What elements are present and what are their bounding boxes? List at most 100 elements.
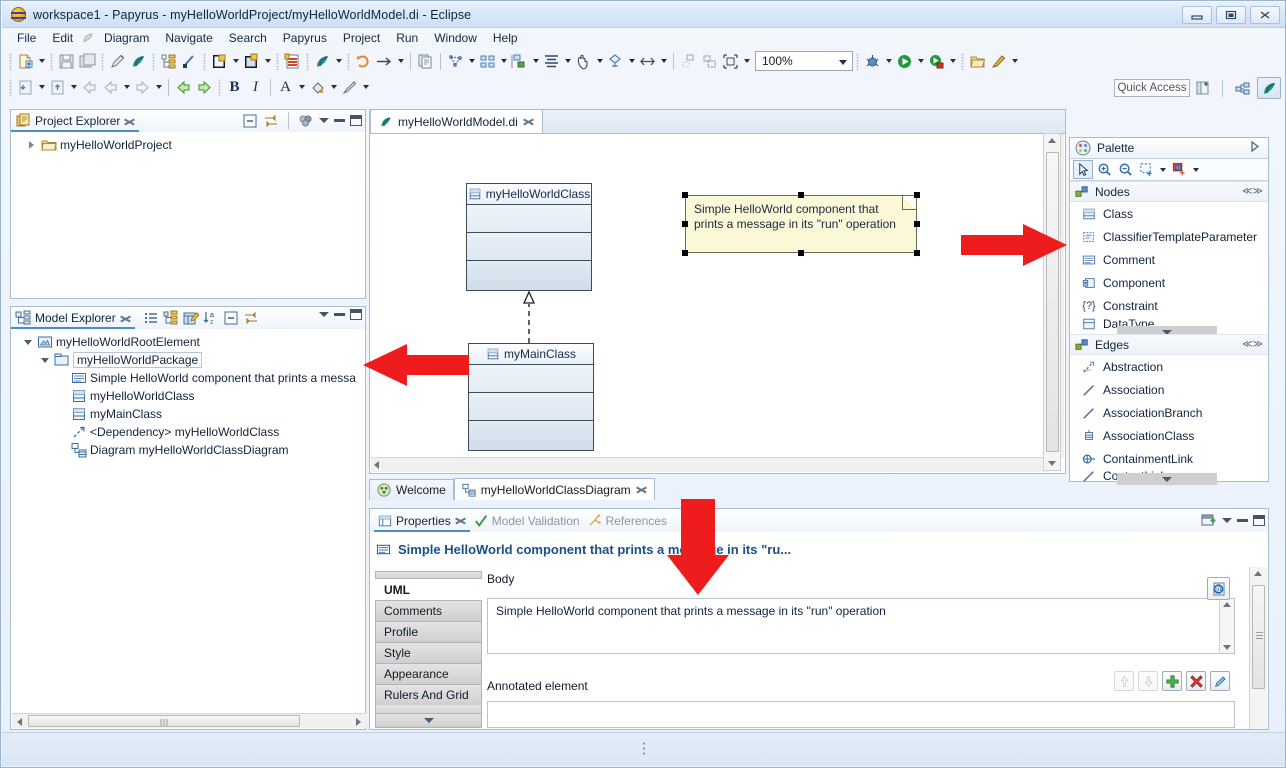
twisty-expanded-icon[interactable] (21, 336, 34, 349)
tree-row[interactable]: myMainClass (11, 405, 365, 423)
diagram-hscrollbar[interactable] (371, 457, 1051, 472)
sort-alphabetical-icon[interactable]: az (203, 310, 219, 326)
next-button[interactable] (132, 77, 153, 98)
edit-pencil-button[interactable] (107, 51, 128, 72)
menu-edit[interactable]: Edit (44, 30, 81, 46)
menu-file[interactable]: File (9, 30, 44, 46)
paint-dropdown-arrow[interactable] (1009, 51, 1020, 72)
palette-item-abstraction[interactable]: <A> Abstraction (1070, 355, 1268, 378)
annotated-element-list[interactable] (487, 701, 1235, 728)
distribute-dropdown-arrow[interactable] (530, 51, 541, 72)
line-style-button[interactable] (179, 51, 200, 72)
new-dropdown-arrow[interactable] (36, 51, 47, 72)
marquee-dropdown-arrow[interactable] (1157, 159, 1168, 180)
menu-project[interactable]: Project (335, 30, 388, 46)
italic-button[interactable]: I (245, 77, 266, 98)
side-tab-uml[interactable]: UML (375, 579, 482, 600)
fit-dropdown-arrow[interactable] (741, 51, 752, 72)
palette-item-comment[interactable]: Comment (1070, 248, 1268, 271)
open-folder-button[interactable] (967, 51, 988, 72)
collapse-group-icon[interactable]: ≪≫ (1242, 339, 1263, 350)
tree-row[interactable]: myHelloWorldProject (11, 136, 365, 154)
vscroll-thumb[interactable] (1046, 152, 1059, 452)
line-color-dropdown-arrow[interactable] (360, 77, 371, 98)
back-nav-button[interactable] (79, 77, 100, 98)
select-tool[interactable] (1073, 160, 1093, 179)
zoom-out-tool[interactable] (1115, 160, 1135, 179)
show-list-icon[interactable] (143, 310, 159, 326)
arrow-right-tool[interactable] (374, 51, 395, 72)
menu-navigate[interactable]: Navigate (157, 30, 220, 46)
close-icon[interactable] (523, 116, 534, 127)
add-button[interactable] (1162, 671, 1182, 691)
export-button[interactable] (47, 77, 68, 98)
page-tab-welcome[interactable]: Welcome (369, 479, 454, 500)
copy-appearance-button[interactable] (415, 51, 436, 72)
uml-class-mymainclass[interactable]: myMainClass (468, 343, 594, 451)
papyrus-perspective-button[interactable] (128, 51, 149, 72)
scroll-up-arrow[interactable] (1048, 138, 1056, 143)
minimize-button[interactable] (1182, 6, 1212, 24)
paint-tool-button[interactable] (988, 51, 1009, 72)
resize-dropdown-arrow[interactable] (658, 51, 669, 72)
menu-papyrus[interactable]: Papyrus (275, 30, 335, 46)
new-button[interactable] (15, 51, 36, 72)
back-button[interactable] (173, 77, 194, 98)
selection-handle[interactable] (798, 250, 804, 256)
comment-node[interactable]: Simple HelloWorld component that prints … (685, 195, 917, 253)
papyrus-perspective-active-button[interactable] (1257, 77, 1281, 99)
external-tools-dropdown-arrow[interactable] (947, 51, 958, 72)
side-tab-appearance[interactable]: Appearance (375, 663, 482, 684)
tab-references[interactable]: References (584, 510, 671, 532)
fill-color-dropdown-arrow[interactable] (328, 77, 339, 98)
forward-button[interactable] (194, 77, 215, 98)
view-menu-chevron-icon[interactable] (1222, 517, 1232, 523)
maximize-button[interactable] (1216, 6, 1246, 24)
model-explorer-hscrollbar[interactable] (12, 713, 366, 728)
bold-button[interactable]: B (224, 77, 245, 98)
refresh-button[interactable] (353, 51, 374, 72)
edit-model-icon[interactable] (183, 310, 200, 326)
quick-access-field[interactable]: Quick Access (1114, 79, 1190, 97)
debug-button[interactable] (862, 51, 883, 72)
collapse-all-icon[interactable] (242, 113, 258, 129)
minimize-view-icon[interactable] (334, 119, 345, 122)
palette-item-class[interactable]: Class (1070, 202, 1268, 225)
class-nested-compartment[interactable] (469, 421, 593, 450)
tree-row[interactable]: myHelloWorldPackage (11, 351, 365, 369)
resize-grip[interactable] (642, 741, 646, 757)
selection-handle[interactable] (914, 221, 920, 227)
properties-vscrollbar[interactable] (1249, 567, 1267, 729)
align-button[interactable] (477, 51, 498, 72)
new-properties-view-icon[interactable] (1201, 512, 1217, 528)
scroll-right-arrow[interactable] (352, 716, 364, 727)
side-tab-comments[interactable]: Comments (375, 600, 482, 621)
menu-run[interactable]: Run (388, 30, 426, 46)
papyrus-model-button[interactable] (312, 51, 333, 72)
selection-handle[interactable] (914, 192, 920, 198)
import-button[interactable] (15, 77, 36, 98)
tab-model-explorer[interactable]: Model Explorer (11, 307, 135, 329)
fill-color-button[interactable] (307, 77, 328, 98)
new-diagram-button[interactable] (241, 51, 262, 72)
align-dropdown-arrow[interactable] (498, 51, 509, 72)
previous-dropdown-arrow[interactable] (121, 77, 132, 98)
distribute-button[interactable] (509, 51, 530, 72)
class-attributes-compartment[interactable] (467, 205, 591, 233)
tree-row[interactable]: <Dependency> myHelloWorldClass (11, 423, 365, 441)
collapse-all-icon[interactable] (223, 310, 239, 326)
tree-row[interactable]: myHelloWorldRootElement (11, 333, 365, 351)
vscroll-thumb[interactable] (1252, 585, 1265, 689)
move-down-button[interactable] (1138, 671, 1158, 691)
delete-button[interactable] (1186, 671, 1206, 691)
new-diagram-dropdown-arrow[interactable] (262, 51, 273, 72)
palette-expand-icon[interactable] (1250, 140, 1260, 155)
side-tab-rulers-and-grid[interactable]: Rulers And Grid (375, 684, 482, 705)
move-up-button[interactable] (1114, 671, 1134, 691)
new-model-dropdown-arrow[interactable] (230, 51, 241, 72)
font-color-button[interactable]: A (275, 77, 296, 98)
palette-edges-scroll-down[interactable] (1117, 473, 1217, 485)
selection-handle[interactable] (798, 192, 804, 198)
menu-search[interactable]: Search (221, 30, 275, 46)
resize-button[interactable] (637, 51, 658, 72)
